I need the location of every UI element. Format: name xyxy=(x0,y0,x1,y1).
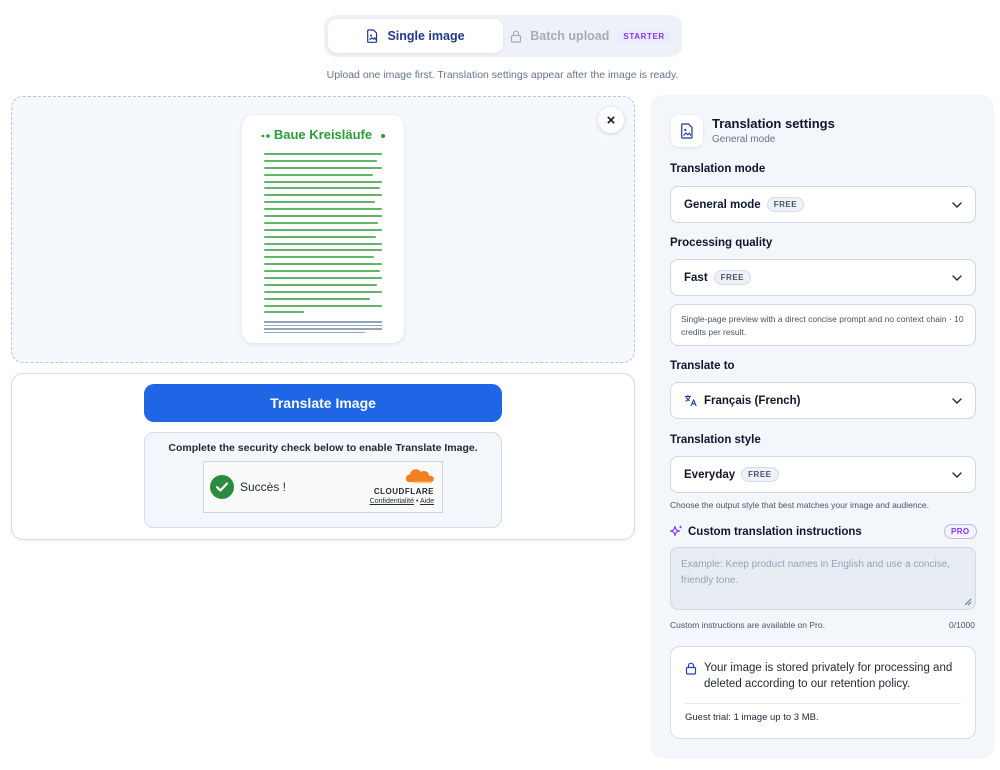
settings-title: Translation settings xyxy=(712,116,835,131)
cloudflare-turnstile[interactable]: Succès ! CLOUDFLARE Confidentialité • Ai… xyxy=(203,461,443,513)
translation-style-select[interactable]: Everyday FREE xyxy=(670,456,976,493)
cloudflare-logo-text: CLOUDFLARE xyxy=(373,487,434,496)
custom-instructions-placeholder: Example: Keep product names in English a… xyxy=(681,559,951,586)
processing-quality-value: Fast xyxy=(684,271,708,284)
upload-mode-tabs: Single image Batch upload STARTER xyxy=(324,15,682,57)
preview-body-text xyxy=(264,153,382,318)
preview-footer-text xyxy=(264,321,382,335)
translate-to-label: Translate to xyxy=(670,360,735,372)
processing-quality-select[interactable]: Fast FREE xyxy=(670,259,976,296)
translation-mode-select[interactable]: General mode FREE xyxy=(670,186,976,223)
chevron-down-icon xyxy=(952,274,962,281)
chevron-down-icon xyxy=(952,471,962,478)
translation-style-label: Translation style xyxy=(670,434,761,446)
quality-description: Single-page preview with a direct concis… xyxy=(670,304,976,346)
processing-quality-label: Processing quality xyxy=(670,237,773,249)
remove-image-button[interactable]: × xyxy=(598,107,624,133)
settings-subtitle: General mode xyxy=(712,134,776,145)
pro-badge: PRO xyxy=(944,524,977,539)
custom-instructions-heading: Custom translation instructions xyxy=(670,525,862,538)
free-badge: FREE xyxy=(741,467,779,482)
preview-dot-icon xyxy=(381,134,385,138)
success-check-icon xyxy=(210,475,234,499)
cloudflare-cloud-icon xyxy=(405,469,434,483)
translation-mode-value: General mode xyxy=(684,198,761,211)
starter-badge: STARTER xyxy=(617,29,671,43)
divider xyxy=(685,703,961,704)
translation-settings-panel: Translation settings General mode Transl… xyxy=(651,95,994,758)
lock-icon xyxy=(685,662,697,675)
lock-icon xyxy=(511,30,522,43)
translate-icon xyxy=(685,395,697,407)
help-link[interactable]: Aide xyxy=(420,498,434,505)
sparkle-icon xyxy=(670,525,682,537)
translation-mode-label: Translation mode xyxy=(670,163,766,175)
free-badge: FREE xyxy=(766,197,805,212)
tab-batch-upload[interactable]: Batch upload STARTER xyxy=(503,19,678,53)
settings-image-icon xyxy=(671,115,703,147)
tab-batch-upload-label: Batch upload xyxy=(530,29,610,43)
privacy-info-box: Your image is stored privately for proce… xyxy=(670,646,976,739)
security-check-box: Complete the security check below to ena… xyxy=(144,432,502,528)
guest-trial-text: Guest trial: 1 image up to 3 MB. xyxy=(685,712,819,723)
resize-handle-icon[interactable] xyxy=(964,598,972,606)
privacy-text: Your image is stored privately for proce… xyxy=(704,662,953,690)
character-counter: 0/1000 xyxy=(949,620,975,630)
free-badge: FREE xyxy=(713,270,751,285)
upload-dropzone[interactable]: Baue Kreisläufe × xyxy=(11,96,635,363)
chevron-down-icon xyxy=(952,397,962,404)
image-preview: Baue Kreisläufe xyxy=(242,115,404,343)
translate-image-button[interactable]: Translate Image xyxy=(144,384,502,422)
cloudflare-branding: CLOUDFLARE Confidentialité • Aide xyxy=(370,469,434,505)
turnstile-status: Succès ! xyxy=(240,480,287,494)
tab-single-image-label: Single image xyxy=(387,29,465,43)
custom-instructions-input[interactable]: Example: Keep product names in English a… xyxy=(670,547,976,610)
target-language-select[interactable]: Français (French) xyxy=(670,382,976,419)
image-file-icon xyxy=(367,29,378,43)
translate-action-card: Translate Image Complete the security ch… xyxy=(11,373,635,540)
tab-single-image[interactable]: Single image xyxy=(328,19,503,53)
security-check-text: Complete the security check below to ena… xyxy=(168,442,478,454)
translation-style-value: Everyday xyxy=(684,468,736,481)
style-description: Choose the output style that best matche… xyxy=(670,500,929,510)
custom-instructions-note: Custom instructions are available on Pro… xyxy=(670,620,825,630)
chevron-down-icon xyxy=(952,201,962,208)
custom-instructions-label: Custom translation instructions xyxy=(688,525,862,538)
privacy-link[interactable]: Confidentialité xyxy=(370,498,414,505)
upload-hint: Upload one image first. Translation sett… xyxy=(326,69,679,81)
close-icon: × xyxy=(606,111,616,129)
target-language-value: Français (French) xyxy=(704,394,801,407)
